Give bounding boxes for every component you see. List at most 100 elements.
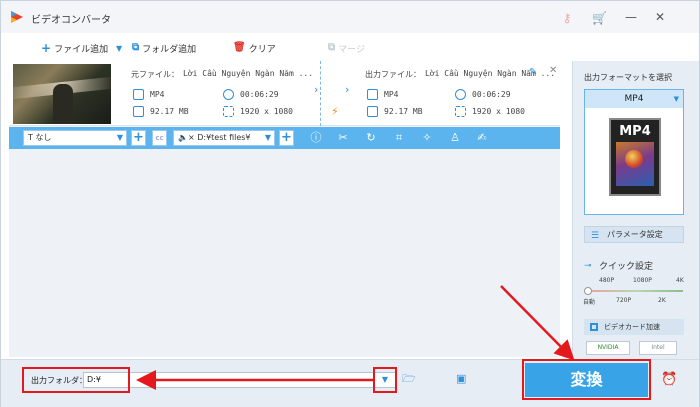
toolbar: + ファイル追加 ▼ ⧉ フォルダ追加 🗑 クリア ⧉ マージ <box>1 35 571 61</box>
audio-track-value: D:¥test files¥ <box>197 133 251 142</box>
quality-2k: 2K <box>658 297 666 304</box>
caret-down-icon: ▼ <box>116 133 123 142</box>
folder-size-icon <box>133 106 144 117</box>
file-item[interactable]: 元ファイル： Lời Cầu Nguyện Ngàn Năm ... MP4 0… <box>9 61 560 126</box>
watermark-stamp-icon[interactable]: ♙ <box>448 131 462 145</box>
annotation-highlight-convert <box>522 359 651 400</box>
caret-down-icon: ▼ <box>673 95 679 103</box>
merge-icon: ⧉ <box>328 42 336 53</box>
edit-name-icon[interactable]: ✎ <box>529 67 537 78</box>
resolution-icon <box>455 106 466 117</box>
source-duration: 00:06:29 <box>240 90 279 99</box>
format-icon <box>367 89 378 100</box>
clear-label: クリア <box>248 44 276 55</box>
audio-track-select[interactable]: 🔈× D:¥test files¥ ▼ <box>173 130 275 146</box>
add-folder-button[interactable]: ⧉ フォルダ追加 <box>132 41 196 55</box>
alarm-clock-icon[interactable]: ⏰ <box>661 372 677 388</box>
parameter-settings-label: パラメータ設定 <box>607 230 663 239</box>
edit-pen-icon[interactable]: ✍ <box>475 131 489 145</box>
output-path-input[interactable]: D:¥ <box>83 372 397 388</box>
trash-icon: 🗑 <box>233 42 246 53</box>
info-icon[interactable]: ⓘ <box>309 131 323 145</box>
title-bar: ビデオコンバータ ⚷ 🛒 — ✕ <box>1 1 699 33</box>
add-file-label: ファイル追加 <box>54 44 109 55</box>
chip-icon <box>590 323 598 331</box>
source-format: MP4 <box>150 90 165 99</box>
plus-icon: + <box>41 41 52 55</box>
output-format: MP4 <box>384 90 399 99</box>
format-selector-header[interactable]: MP4 ▼ <box>585 90 683 108</box>
format-selector[interactable]: MP4 ▼ MP4 <box>584 89 684 215</box>
output-file-label: 出力ファイル： <box>365 70 421 79</box>
subtitle-value: なし <box>35 133 52 142</box>
chevron-right-icon: › <box>314 83 319 96</box>
clock-icon <box>455 89 466 100</box>
folder-size-icon <box>367 106 378 117</box>
merge-label: マージ <box>338 44 365 55</box>
minimize-button[interactable]: — <box>623 9 639 25</box>
format-panel-title: 出力フォーマットを選択 <box>584 73 672 82</box>
add-audio-button[interactable]: + <box>279 130 294 146</box>
merge-button[interactable]: ⧉ マージ <box>328 41 365 55</box>
video-thumbnail[interactable] <box>13 64 111 124</box>
file-list-area: 元ファイル： Lời Cầu Nguyện Ngàn Năm ... MP4 0… <box>9 61 560 357</box>
intel-chip[interactable]: Intel <box>639 341 677 355</box>
quality-4k: 4K <box>676 277 684 284</box>
chevron-right-icon: › <box>345 83 350 96</box>
window-title: ビデオコンバータ <box>31 15 111 26</box>
folder-add-icon: ⧉ <box>132 42 140 53</box>
output-size: 92.17 MB <box>384 107 423 116</box>
open-folder-icon[interactable]: 🗁 <box>402 373 416 385</box>
scissors-icon[interactable]: ✂ <box>336 131 350 145</box>
add-file-dropdown[interactable]: ▼ <box>116 41 122 55</box>
speaker-icon: 🔈× <box>178 133 198 142</box>
gpu-acceleration-label: ビデオカード加速 <box>604 323 660 331</box>
annotation-highlight-dropdown <box>373 367 397 393</box>
format-icon <box>133 89 144 100</box>
add-file-button[interactable]: + ファイル追加 <box>41 41 108 55</box>
annotation-highlight-output-label <box>22 367 130 393</box>
output-duration: 00:06:29 <box>472 90 511 99</box>
item-divider <box>320 61 321 126</box>
effects-wand-icon[interactable]: ✧ <box>420 131 434 145</box>
clock-icon <box>223 89 234 100</box>
format-panel: 出力フォーマットを選択 MP4 ▼ MP4 ☰ パラメータ設定 ⊸ クイック設定… <box>572 61 699 359</box>
gpu-acceleration-toggle[interactable]: ビデオカード加速 <box>584 319 684 335</box>
cc-icon[interactable]: cc <box>152 130 167 146</box>
quick-settings-title: クイック設定 <box>599 262 654 272</box>
subtitle-select[interactable]: T なし ▼ <box>23 130 127 146</box>
caret-down-icon: ▼ <box>264 133 271 142</box>
quality-1080p: 1080P <box>633 277 652 284</box>
quality-slider-track[interactable] <box>587 290 683 292</box>
output-resolution: 1920 x 1080 <box>472 107 525 116</box>
quality-auto: 自動 <box>583 299 596 306</box>
nvidia-chip[interactable]: NVIDIA <box>586 341 630 355</box>
quick-settings-icon: ⊸ <box>584 261 592 271</box>
quality-480p: 480P <box>599 277 615 284</box>
source-size: 92.17 MB <box>150 107 189 116</box>
clear-button[interactable]: 🗑 クリア <box>233 41 276 55</box>
key-icon[interactable]: ⚷ <box>560 11 574 25</box>
rotate-icon[interactable]: ↻ <box>364 131 378 145</box>
close-window-button[interactable]: ✕ <box>652 9 668 25</box>
add-subtitle-button[interactable]: + <box>131 130 146 146</box>
app-logo-icon <box>11 11 23 23</box>
edit-bar: T なし ▼ + cc 🔈× D:¥test files¥ ▼ + ⓘ ✂ ↻ … <box>9 127 560 149</box>
caret-down-icon: ▼ <box>116 43 123 53</box>
cart-icon[interactable]: 🛒 <box>592 11 607 25</box>
output-folder-icon[interactable]: ▣ <box>456 373 470 385</box>
add-folder-label: フォルダ追加 <box>142 44 197 55</box>
quality-720p: 720P <box>616 297 632 304</box>
sliders-icon: ☰ <box>591 231 600 241</box>
mp4-icon-label: MP4 <box>619 124 651 139</box>
quality-slider-knob[interactable] <box>584 287 592 295</box>
crop-icon[interactable]: ⌗ <box>392 131 406 145</box>
lightning-icon: ⚡ <box>331 105 339 118</box>
remove-item-icon[interactable]: ✕ <box>549 65 557 76</box>
mp4-format-icon: MP4 <box>609 118 661 196</box>
resolution-icon <box>223 106 234 117</box>
format-name: MP4 <box>624 94 644 104</box>
main-window: ビデオコンバータ ⚷ 🛒 — ✕ + ファイル追加 ▼ ⧉ フォルダ追加 🗑 ク… <box>0 0 700 407</box>
source-resolution: 1920 x 1080 <box>240 107 293 116</box>
parameter-settings-button[interactable]: ☰ パラメータ設定 <box>584 226 684 243</box>
